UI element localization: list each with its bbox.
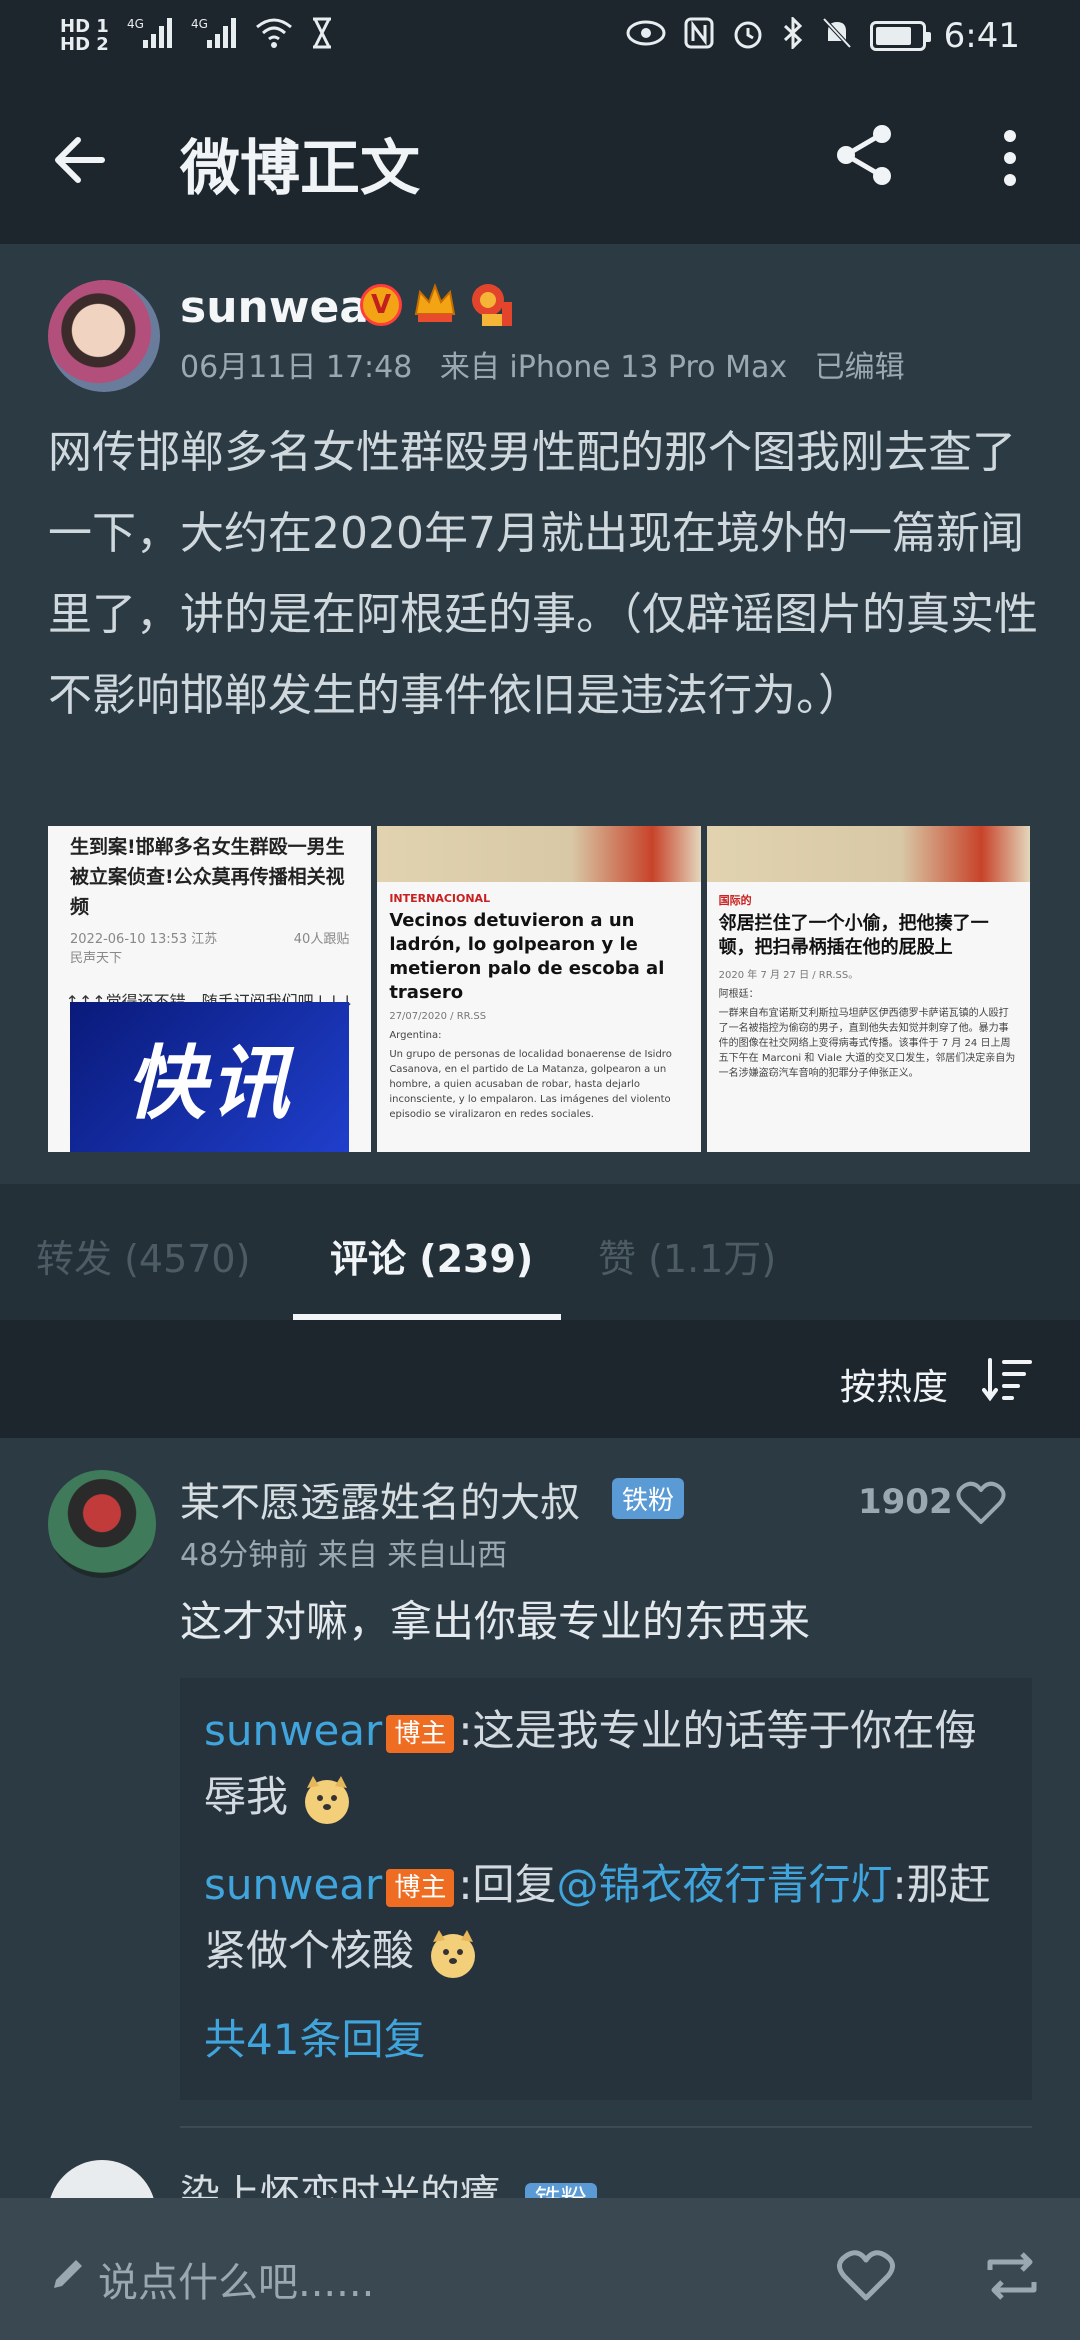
- network1-label: 4G: [127, 17, 144, 31]
- wifi-icon: [255, 17, 293, 56]
- signal-icon: 4G: [127, 16, 173, 57]
- status-right: 6:41: [626, 14, 1020, 56]
- post-source: 来自 iPhone 13 Pro Max: [439, 350, 788, 385]
- gallery-image-1[interactable]: 生到案!邯郸多名女生群殴一男生被立案侦查!公众莫再传播相关视频 2022-06-…: [48, 826, 372, 1152]
- reply-author[interactable]: sunwear: [204, 1860, 382, 1909]
- comment-avatar[interactable]: [48, 2160, 156, 2198]
- fan-badge: 铁粉: [612, 1478, 685, 1519]
- reply-box: sunwear 博主:这是我专业的话等于你在侮辱我 sunwear 博主:回复@锦衣…: [180, 1678, 1032, 2100]
- image1-meta: 2022-06-10 13:53 江苏 40人跟贴: [48, 928, 371, 947]
- status-left: HD 1 HD 2 4G 4G: [60, 16, 333, 57]
- comment-time: 48分钟前: [180, 1538, 309, 1573]
- host-badge: 博主: [386, 1868, 455, 1907]
- comment-meta: 48分钟前 来自 来自山西: [180, 1530, 507, 1574]
- image3-location: 阿根廷：: [718, 989, 759, 1000]
- author-name[interactable]: sunwear: [180, 282, 391, 333]
- comment-source: 来自 来自山西: [317, 1538, 508, 1573]
- comment-input[interactable]: 说点什么吧......: [98, 2250, 374, 2308]
- verified-badge-icon: V: [360, 284, 402, 326]
- image-gallery: 生到案!邯郸多名女生群殴一男生被立案侦查!公众莫再传播相关视频 2022-06-…: [48, 826, 1030, 1152]
- image2-date: 27/07/2020 / RR.SS: [389, 1011, 487, 1022]
- sim-indicators: HD 1 HD 2: [60, 18, 109, 54]
- sort-label[interactable]: 按热度: [840, 1358, 948, 1410]
- share-icon[interactable]: [830, 120, 900, 190]
- sort-icon[interactable]: [982, 1356, 1032, 1402]
- image2-headline: Vecinos detuvieron a un ladrón, lo golpe…: [389, 910, 665, 1003]
- image3-body: 一群来自布宜诺斯艾利斯拉马坦萨区伊西德罗卡萨诺瓦镇的人殴打了一名被指控为偷窃的男…: [718, 1008, 1016, 1079]
- post-edited: 已编辑: [814, 350, 905, 385]
- clock: 6:41: [943, 16, 1020, 56]
- reply-prefix: :回复: [458, 1860, 557, 1909]
- image2-body: Un grupo de personas de localidad bonaer…: [389, 1049, 672, 1120]
- image3-headline: 邻居拦住了一个小偷，把他揍了一顿，把扫帚柄插在他的屁股上: [718, 913, 989, 958]
- app-bar: 微博正文: [0, 72, 1080, 244]
- commenter-name-text: 染上怀恋时光的癔: [180, 2172, 500, 2198]
- tab-bar: 转发 (4570) 评论 (239) 赞 (1.1万): [0, 1184, 1080, 1320]
- alarm-icon: [732, 17, 764, 56]
- comment-like-count: 1902: [858, 1482, 953, 1522]
- commenter-name[interactable]: 某不愿透露姓名的大叔: [180, 1470, 580, 1528]
- author-avatar[interactable]: [48, 280, 160, 392]
- crown-badge-icon: [414, 283, 456, 322]
- hourglass-icon: [311, 17, 333, 56]
- gallery-image-3[interactable]: 国际的 邻居拦住了一个小偷，把他揍了一顿，把扫帚柄插在他的屁股上 2020 年 …: [706, 826, 1030, 1152]
- image2-location: Argentina:: [389, 1030, 442, 1041]
- commenter-name[interactable]: 染上怀恋时光的癔 铁粉: [180, 2162, 597, 2198]
- comment-list: 某不愿透露姓名的大叔 铁粉 48分钟前 来自 来自山西 1902 这才对嘛，拿出…: [0, 1438, 1080, 2198]
- image2-photo: [377, 826, 701, 882]
- battery-icon: [869, 21, 931, 51]
- image1-comments: 40人跟贴: [293, 932, 350, 947]
- tab-reposts[interactable]: 转发 (4570): [36, 1228, 250, 1283]
- post-date: 06月11日 17:48: [180, 350, 413, 385]
- like-heart-icon[interactable]: [836, 2248, 896, 2304]
- doge-emoji-icon: [305, 1775, 350, 1824]
- doge-emoji-icon: [431, 1929, 476, 1978]
- signal-icon-2: 4G: [191, 16, 237, 57]
- image2-tag: INTERNACIONAL: [389, 892, 491, 905]
- image3-photo: [706, 826, 1030, 882]
- host-badge: 博主: [386, 1714, 455, 1753]
- image1-date: 2022-06-10 13:53 江苏: [70, 932, 218, 947]
- mute-bell-icon: [822, 17, 852, 56]
- more-replies-link[interactable]: 共41条回复: [204, 2006, 1008, 2067]
- fan-badge: 铁粉: [524, 2183, 597, 2198]
- comment-text: 这才对嘛，拿出你最专业的东西来: [180, 1597, 811, 1646]
- comment-avatar[interactable]: [48, 1470, 156, 1578]
- gallery-image-2[interactable]: INTERNACIONAL Vecinos detuvieron a un la…: [377, 826, 701, 1152]
- reply-item[interactable]: sunwear 博主:回复@锦衣夜行青行灯:那赶紧做个核酸: [204, 1852, 1008, 1984]
- reply-author[interactable]: sunwear: [204, 1706, 382, 1755]
- image1-source: 民声天下: [70, 951, 123, 966]
- image1-headline: 生到案!邯郸多名女生群殴一男生被立案侦查!公众莫再传播相关视频: [70, 836, 345, 918]
- status-bar: HD 1 HD 2 4G 4G 6:41: [0, 0, 1080, 72]
- page-title: 微博正文: [180, 134, 420, 204]
- weibo-post: sunwear V 06月11日 17:48 来自 iPhone 13 Pro …: [0, 244, 1080, 1184]
- post-meta: 06月11日 17:48 来自 iPhone 13 Pro Max 已编辑: [180, 342, 923, 386]
- image3-tag: 国际的: [718, 894, 752, 907]
- lion-badge-icon: [472, 284, 512, 326]
- tab-likes[interactable]: 赞 (1.1万): [598, 1228, 776, 1283]
- reply-mention[interactable]: @锦衣夜行青行灯: [557, 1860, 893, 1909]
- nfc-icon: [684, 17, 714, 56]
- repost-icon[interactable]: [984, 2248, 1040, 2304]
- reply-item[interactable]: sunwear 博主:这是我专业的话等于你在侮辱我: [204, 1698, 1008, 1830]
- comment-input-bar: 说点什么吧......: [0, 2198, 1080, 2340]
- sort-bar: 按热度: [0, 1320, 1080, 1438]
- pencil-icon: [54, 2260, 82, 2288]
- sim2-label: HD 2: [60, 34, 109, 55]
- bluetooth-icon: [782, 14, 804, 56]
- more-options-icon[interactable]: [990, 128, 1030, 188]
- eye-icon: [626, 19, 666, 54]
- back-arrow-icon[interactable]: [50, 130, 110, 190]
- post-text: 网传邯郸多名女性群殴男性配的那个图我刚去查了一下，大约在2020年7月就出现在境…: [48, 427, 1038, 721]
- network2-label: 4G: [191, 17, 208, 31]
- heart-icon[interactable]: [956, 1480, 1006, 1526]
- image1-banner: 快讯: [70, 1002, 350, 1152]
- image3-date: 2020 年 7 月 27 日 / RR.SS。: [718, 970, 859, 981]
- tab-comments[interactable]: 评论 (239): [330, 1228, 533, 1283]
- comment-divider: [180, 2126, 1032, 2128]
